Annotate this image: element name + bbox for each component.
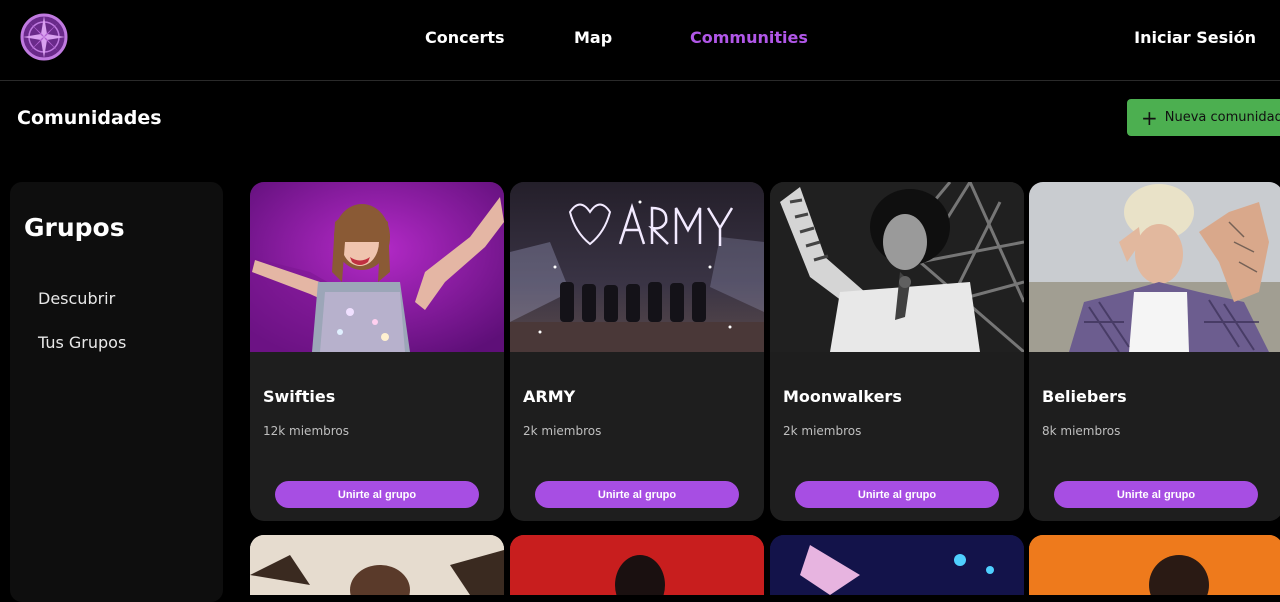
- new-community-label: Nueva comunidad: [1164, 110, 1280, 125]
- join-group-button[interactable]: Unirte al grupo: [1054, 481, 1258, 508]
- community-image: [510, 182, 764, 352]
- sidebar-item-discover[interactable]: Descubrir: [38, 289, 115, 308]
- community-name: Moonwalkers: [783, 387, 902, 406]
- sidebar-item-your-groups[interactable]: Tus Grupos: [38, 333, 126, 352]
- community-image: [770, 535, 1024, 595]
- community-image: [510, 535, 764, 595]
- login-link[interactable]: Iniciar Sesión: [1134, 28, 1256, 47]
- nav-communities[interactable]: Communities: [690, 28, 808, 47]
- nav-map[interactable]: Map: [574, 28, 612, 47]
- community-card: Beliebers 8k miembros Unirte al grupo: [1029, 182, 1280, 521]
- community-card-partial: [770, 535, 1024, 595]
- community-name: Swifties: [263, 387, 336, 406]
- nav-concerts[interactable]: Concerts: [425, 28, 505, 47]
- page-title: Comunidades: [17, 107, 162, 129]
- community-card: ARMY 2k miembros Unirte al grupo: [510, 182, 764, 521]
- community-card-partial: [1029, 535, 1280, 595]
- join-group-button[interactable]: Unirte al grupo: [795, 481, 999, 508]
- member-count: 2k miembros: [523, 424, 602, 438]
- community-card: Swifties 12k miembros Unirte al grupo: [250, 182, 504, 521]
- join-group-button[interactable]: Unirte al grupo: [275, 481, 479, 508]
- community-card-partial: [510, 535, 764, 595]
- community-image: [1029, 535, 1280, 595]
- community-card-partial: [250, 535, 504, 595]
- community-name: Beliebers: [1042, 387, 1127, 406]
- top-navbar: Concerts Map Communities Iniciar Sesión: [0, 0, 1280, 81]
- community-image: [1029, 182, 1280, 352]
- sidebar-title: Grupos: [24, 213, 125, 242]
- member-count: 2k miembros: [783, 424, 862, 438]
- member-count: 8k miembros: [1042, 424, 1121, 438]
- plus-icon: +: [1141, 105, 1158, 130]
- community-image: [250, 182, 504, 352]
- community-name: ARMY: [523, 387, 576, 406]
- community-image: [250, 535, 504, 595]
- new-community-button[interactable]: + Nueva comunidad: [1127, 99, 1280, 136]
- compass-logo-icon[interactable]: [19, 12, 69, 62]
- community-image: [770, 182, 1024, 352]
- member-count: 12k miembros: [263, 424, 350, 438]
- community-card: Moonwalkers 2k miembros Unirte al grupo: [770, 182, 1024, 521]
- groups-sidebar: Grupos Descubrir Tus Grupos: [10, 182, 223, 602]
- join-group-button[interactable]: Unirte al grupo: [535, 481, 739, 508]
